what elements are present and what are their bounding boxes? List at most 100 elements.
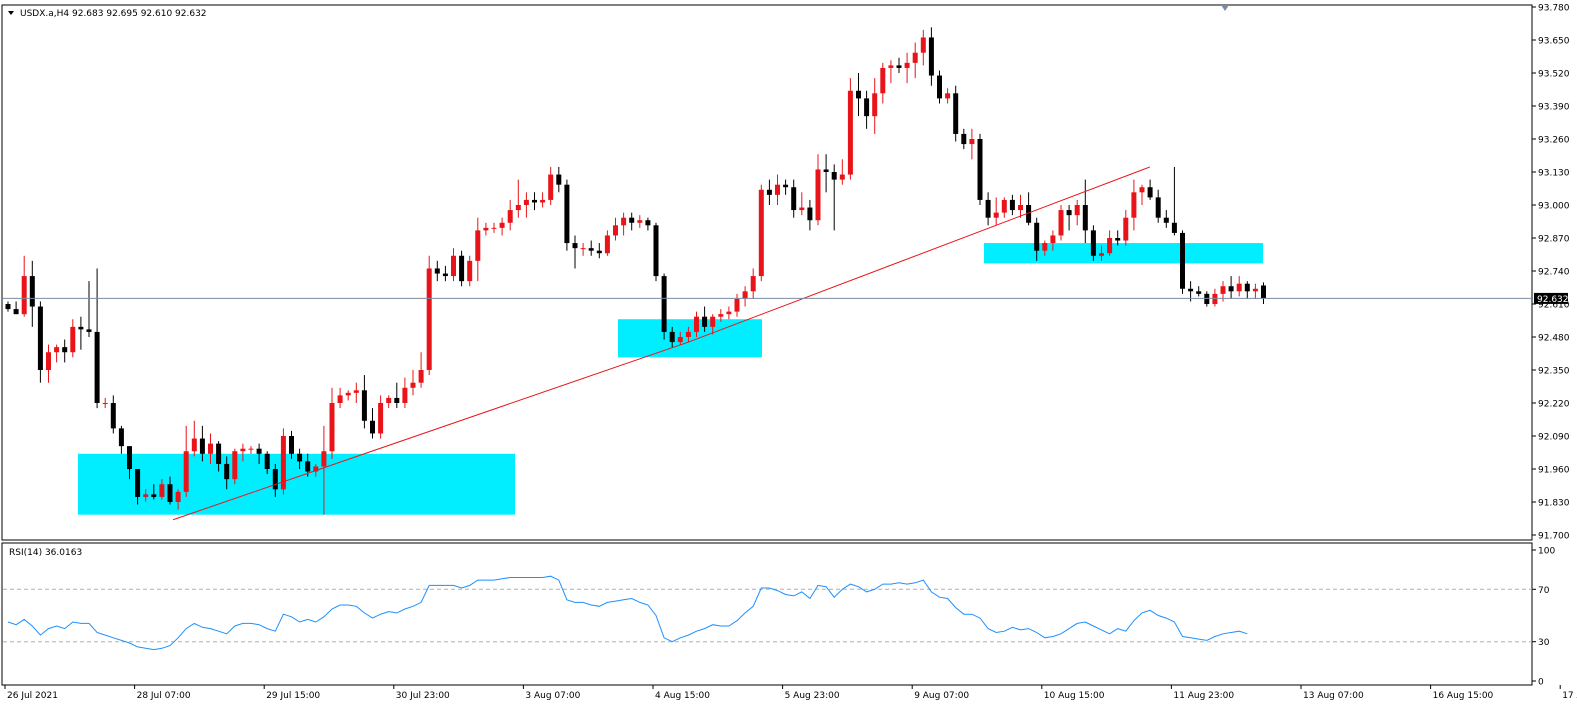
time-tick-label: 9 Aug 07:00	[914, 691, 969, 701]
candle-body	[1066, 210, 1072, 216]
candle-body	[21, 276, 27, 315]
candle-body	[78, 326, 84, 330]
candle-body	[183, 451, 189, 492]
price-tick-label: 91.700	[1538, 532, 1570, 542]
candle-body	[321, 451, 327, 467]
candle-body	[289, 436, 294, 454]
candle-body	[1155, 197, 1161, 218]
price-tick-label: 93.130	[1538, 169, 1570, 179]
candle-body	[418, 370, 424, 383]
candle-body	[29, 276, 35, 307]
time-tick-label: 4 Aug 15:00	[655, 691, 710, 701]
candle-body	[345, 392, 351, 396]
time-tick-label: 28 Jul 07:00	[137, 691, 191, 701]
candle-body	[1180, 232, 1185, 289]
candle-body	[937, 75, 942, 99]
candle-body	[953, 93, 959, 134]
candle-body	[459, 255, 465, 282]
symbol-header: USDX.a,H4 92.683 92.695 92.610 92.632	[8, 9, 207, 19]
candle-body	[677, 337, 683, 343]
candle-body	[1034, 222, 1040, 251]
candle	[280, 428, 286, 495]
candle-body	[928, 37, 934, 76]
candle-body	[945, 93, 951, 99]
candle-body	[5, 304, 11, 310]
time-tick-label: 29 Jul 15:00	[266, 691, 320, 701]
candle-body	[621, 217, 627, 226]
candle-body	[499, 222, 505, 228]
candle	[953, 85, 959, 142]
candle-body	[208, 443, 213, 454]
candle-body	[1107, 238, 1113, 254]
candle-body	[1058, 210, 1064, 236]
candle-body	[305, 461, 311, 472]
candle-body	[1115, 238, 1121, 241]
candle-body	[750, 276, 756, 292]
candle-body	[775, 184, 780, 195]
candle-body	[451, 255, 456, 277]
price-tick-label: 93.390	[1538, 103, 1570, 113]
candle-body	[920, 37, 926, 53]
time-tick-label: 10 Aug 15:00	[1044, 691, 1105, 701]
support-zone-3	[984, 243, 1263, 264]
candle-body	[685, 331, 691, 337]
candle-body	[532, 199, 537, 203]
candle-body	[159, 484, 165, 497]
candle-body	[815, 169, 821, 221]
candle-body	[337, 395, 343, 403]
candle	[1058, 205, 1064, 241]
candle-body	[596, 250, 602, 254]
price-tick-label: 92.480	[1538, 334, 1570, 344]
candle-body	[669, 331, 675, 343]
candle	[564, 179, 570, 251]
candle	[1090, 225, 1096, 261]
candle-body	[1188, 288, 1194, 292]
candle-body	[1228, 286, 1234, 292]
candle-body	[94, 331, 100, 403]
candle-body	[378, 403, 384, 434]
candle-body	[1082, 205, 1088, 231]
candle-body	[62, 347, 68, 353]
candle-body	[467, 260, 473, 282]
candle-body	[1163, 217, 1169, 223]
rsi-tick-label: 70	[1538, 586, 1550, 596]
candle-body	[1099, 253, 1104, 256]
candle-body	[977, 139, 983, 200]
time-tick-label: 30 Jul 23:00	[396, 691, 450, 701]
time-tick-label: 5 Aug 23:00	[785, 691, 840, 701]
candle-body	[1220, 286, 1226, 294]
candle-body	[135, 469, 141, 497]
candle-body	[240, 448, 246, 452]
candle-body	[888, 65, 894, 68]
candle-body	[904, 62, 910, 68]
candle-body	[353, 390, 359, 393]
candle-body	[248, 448, 254, 450]
candle-body	[823, 169, 829, 172]
rsi-tick-label: 100	[1538, 547, 1555, 557]
candle-body	[475, 230, 481, 261]
candle-body	[329, 403, 335, 452]
candle-body	[588, 248, 594, 251]
candle-body	[961, 133, 967, 145]
time-tick-label: 26 Jul 2021	[7, 691, 58, 701]
price-tick-label: 91.830	[1538, 499, 1570, 509]
candle-body	[523, 199, 529, 205]
candle-body	[548, 174, 554, 200]
candle-body	[232, 451, 238, 480]
candle-body	[1236, 283, 1242, 292]
candle-body	[1261, 285, 1266, 299]
candle-body	[540, 199, 546, 203]
candle-body	[13, 309, 19, 315]
price-tick-label: 93.650	[1538, 37, 1570, 47]
candle-body	[694, 316, 699, 332]
candle-body	[993, 212, 999, 218]
candle-body	[766, 189, 772, 195]
candle-body	[167, 484, 173, 502]
candle-body	[1042, 243, 1048, 251]
candle	[426, 255, 432, 376]
candle-body	[1171, 222, 1177, 233]
candle-body	[742, 291, 748, 299]
price-tick-label: 93.780	[1538, 4, 1570, 14]
candle-body	[386, 397, 392, 403]
candle-body	[426, 268, 432, 370]
